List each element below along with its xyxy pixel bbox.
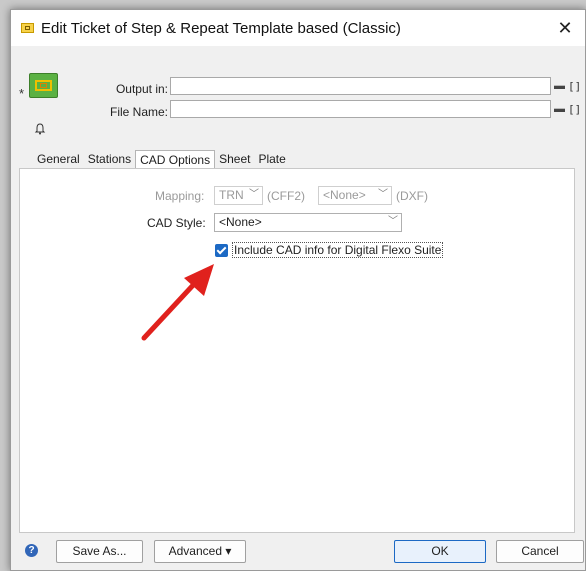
ok-button[interactable]: OK (394, 540, 486, 563)
include-cad-info-checkbox[interactable] (215, 244, 228, 257)
tab-sheet[interactable]: Sheet (215, 149, 254, 169)
close-button[interactable]: ✕ (553, 16, 577, 40)
tab-general[interactable]: General (33, 149, 84, 169)
variable-bracket-icon[interactable]: [] (568, 103, 581, 116)
folder-icon[interactable]: ▬ (554, 103, 565, 115)
chevron-down-icon: ﹀ (249, 189, 259, 200)
help-icon[interactable]: ? (25, 544, 38, 557)
include-cad-info-label[interactable]: Include CAD info for Digital Flexo Suite (232, 242, 444, 258)
output-in-field[interactable] (170, 77, 551, 95)
output-in-label: Output in: (115, 82, 168, 96)
tab-bar: General Stations CAD Options Sheet Plate (33, 147, 290, 170)
bell-icon[interactable] (34, 123, 46, 135)
tab-cad-options[interactable]: CAD Options (135, 150, 216, 170)
ticket-icon (21, 23, 34, 33)
annotation-arrow (141, 264, 214, 341)
save-as-button[interactable]: Save As... (56, 540, 143, 563)
mapping-cff2-suffix: (CFF2) (267, 189, 305, 203)
dialog-window: Edit Ticket of Step & Repeat Template ba… (10, 9, 586, 571)
mapping-cff2-select[interactable]: TRN ﹀ (214, 186, 263, 205)
window-title: Edit Ticket of Step & Repeat Template ba… (41, 19, 401, 37)
cancel-button[interactable]: Cancel (496, 540, 584, 563)
cad-style-value: <None> (219, 215, 262, 229)
variable-bracket-icon[interactable]: [] (568, 80, 581, 93)
mapping-dxf-suffix: (DXF) (396, 189, 428, 203)
tab-stations[interactable]: Stations (84, 149, 135, 169)
mapping-dxf-select[interactable]: <None> ﹀ (318, 186, 392, 205)
mapping-dxf-value: <None> (323, 188, 366, 202)
file-name-label: File Name: (109, 105, 168, 119)
title-bar: Edit Ticket of Step & Repeat Template ba… (11, 10, 585, 46)
chevron-down-icon: ﹀ (378, 189, 388, 200)
file-name-field[interactable] (170, 100, 551, 118)
asterisk-marker: * (19, 86, 25, 101)
cad-options-panel: Mapping: TRN ﹀ (CFF2) <None> ﹀ (DXF) CAD… (19, 168, 575, 533)
mapping-label: Mapping: (155, 189, 205, 203)
cad-style-label: CAD Style: (147, 216, 206, 230)
cad-style-select[interactable]: <None> ﹀ (214, 213, 402, 232)
advanced-button[interactable]: Advanced ▾ (154, 540, 246, 563)
folder-icon[interactable]: ▬ (554, 80, 565, 92)
tab-plate[interactable]: Plate (254, 149, 289, 169)
mapping-cff2-value: TRN (219, 188, 244, 202)
chevron-down-icon: ﹀ (388, 216, 398, 227)
